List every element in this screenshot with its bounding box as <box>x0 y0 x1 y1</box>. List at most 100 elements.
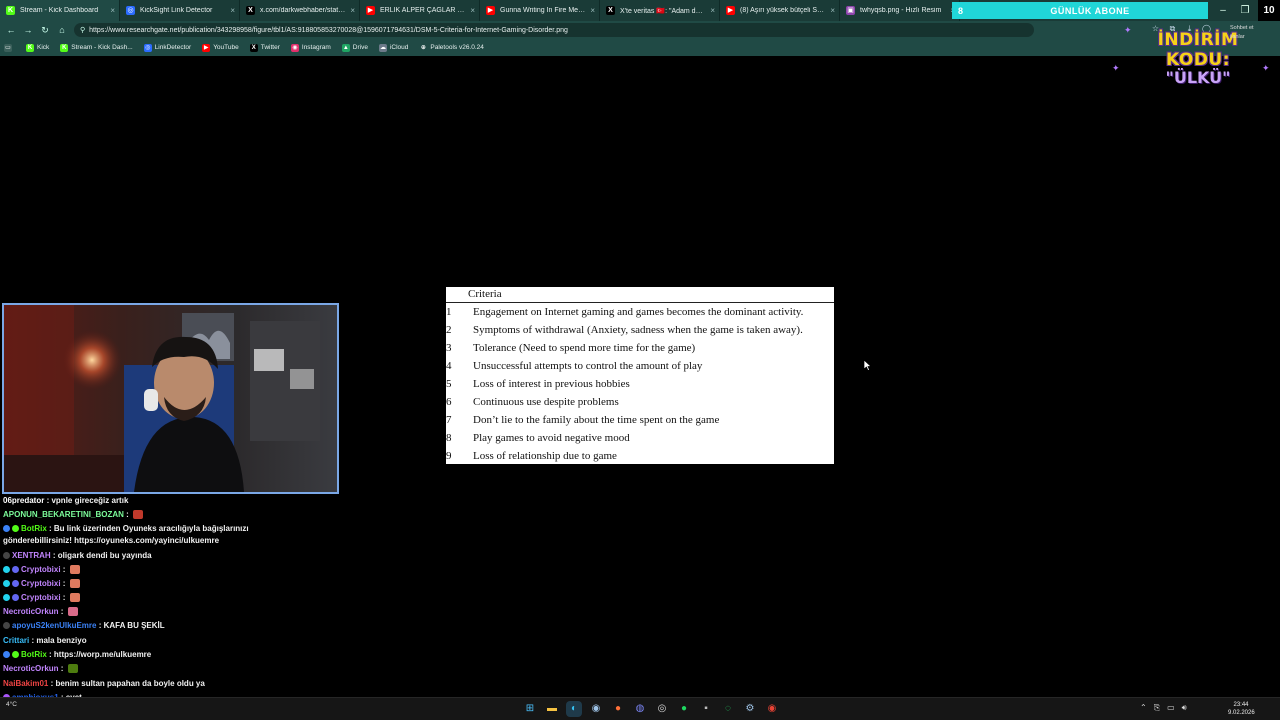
site-info-icon[interactable]: ⚲ <box>80 26 85 34</box>
chat-separator: : <box>123 510 132 519</box>
close-tab-icon[interactable]: × <box>590 6 595 15</box>
usb-icon[interactable]: ⎘ <box>1154 703 1160 713</box>
chat-username[interactable]: 06predator <box>3 496 44 505</box>
subscriber-goal-banner: 8 GÜNLÜK ABONE <box>952 2 1208 19</box>
close-tab-icon[interactable]: × <box>230 6 235 15</box>
close-tab-icon[interactable]: × <box>110 6 115 15</box>
tab-title: x.com/darkwebhaber/status/2020 <box>260 7 346 14</box>
obs-icon[interactable]: ◎ <box>654 701 670 717</box>
file-explorer-icon[interactable]: ▬ <box>544 701 560 717</box>
discord-icon[interactable]: ◍ <box>632 701 648 717</box>
chat-message: Cryptobixi : <box>3 578 333 590</box>
browser-tab[interactable]: ◎ KickSight Link Detector × <box>120 0 240 21</box>
youtube-icon: ▶ <box>726 6 735 15</box>
chat-text: vpnle gireceğiz artık <box>51 496 129 505</box>
whatsapp-icon[interactable]: ◌ <box>720 701 736 717</box>
bookmark-item[interactable]: ◉ Instagram <box>290 43 331 52</box>
chat-message: BotRix : Bu link üzerinden Oyuneks aracı… <box>3 523 333 535</box>
home-icon[interactable]: ⌂ <box>56 25 68 35</box>
link-detector-icon: ◎ <box>143 43 152 52</box>
chat-username[interactable]: XENTRAH <box>12 551 51 560</box>
close-tab-icon[interactable]: × <box>470 6 475 15</box>
start-icon[interactable]: ⊞ <box>522 701 538 717</box>
chat-username[interactable]: Cryptobixi <box>21 593 61 602</box>
chat-username[interactable]: NaiBakim01 <box>3 679 48 688</box>
bookmarks-folder-icon[interactable]: ▭ <box>4 43 15 52</box>
bookmark-item[interactable]: ☁ iCloud <box>378 43 408 52</box>
criteria-text: Engagement on Internet gaming and games … <box>473 306 804 318</box>
reload-icon[interactable]: ↻ <box>39 25 51 36</box>
weather-widget[interactable]: 4°C <box>6 701 17 709</box>
close-tab-icon[interactable]: × <box>710 6 715 15</box>
close-tab-icon[interactable]: × <box>830 6 835 15</box>
chat-message: 06predator : vpnle gireceğiz artık <box>3 495 333 507</box>
browser-tab[interactable]: ▶ Gunna Writing In Fire Meme Temp× <box>480 0 600 21</box>
steam-icon[interactable]: ◉ <box>588 701 604 717</box>
youtube-icon: ▶ <box>486 6 495 15</box>
bookmark-item[interactable]: ⊕ Paletools v26.0.24 <box>419 44 484 52</box>
chat-message: Cryptobixi : <box>3 564 333 576</box>
criteria-number: 1 <box>446 306 452 318</box>
criteria-row: 7 Don’t lie to the family about the time … <box>446 411 834 429</box>
browser-tab[interactable]: Xx.com/darkwebhaber/status/2020 × <box>240 0 360 21</box>
chat-text: benim sultan papahan da boyle oldu ya <box>55 679 205 688</box>
chat-username[interactable]: NecroticOrkun <box>3 664 59 673</box>
chat-username[interactable]: apoyuS2kenUlkuEmre <box>12 621 96 630</box>
address-bar-row: ← → ↻ ⌂ ⚲ https://www.researchgate.net/p… <box>0 21 1280 39</box>
settings-icon[interactable]: ⚙ <box>742 701 758 717</box>
clock[interactable]: 23:44 9.02.2026 <box>1228 701 1255 717</box>
back-icon[interactable]: ← <box>5 25 17 35</box>
x-icon: X <box>249 43 258 52</box>
bookmark-item[interactable]: K Stream - Kick Dash... <box>60 43 133 52</box>
bookmarks-bar: ▭ K Kick K Stream - Kick Dash... ◎ LinkDetect… <box>0 39 1280 56</box>
criteria-text: Don’t lie to the family about the time s… <box>473 414 720 426</box>
maximize-icon[interactable]: ❐ <box>1234 0 1256 21</box>
criteria-row: 3 Tolerance (Need to spend more time for … <box>446 339 834 357</box>
chat-message: NaiBakim01 : benim sultan papahan da boy… <box>3 678 333 690</box>
browser-tab[interactable]: X X'te veritas 🇹🇷: "Adam döneri içiy × <box>600 0 720 21</box>
youtube-icon: ▶ <box>366 6 375 15</box>
volume-icon[interactable]: 🔊︎ <box>1182 703 1187 713</box>
bookmark-item[interactable]: K Kick <box>26 43 49 52</box>
drive-icon: ▲ <box>341 43 350 52</box>
chat-username[interactable]: Cryptobixi <box>21 565 61 574</box>
chat-username[interactable]: BotRix <box>21 650 47 659</box>
chat-username[interactable]: NecroticOrkun <box>3 607 59 616</box>
chat-text: https://worp.me/ulkuemre <box>53 650 152 659</box>
chat-separator: : <box>60 593 68 602</box>
tray-chevron-icon[interactable]: ⌃ <box>1140 703 1147 713</box>
url-field[interactable]: ⚲ https://www.researchgate.net/publicati… <box>74 23 1034 37</box>
firefox-icon[interactable]: ● <box>610 701 626 717</box>
criteria-text: Continuous use despite problems <box>473 396 619 408</box>
close-tab-icon[interactable]: × <box>350 6 355 15</box>
mouse-cursor-icon <box>864 360 872 371</box>
bookmark-item[interactable]: ▲ Drive <box>341 43 368 52</box>
bookmark-item[interactable]: X Twitter <box>249 43 280 52</box>
forward-icon[interactable]: → <box>22 25 34 35</box>
minimize-icon[interactable]: – <box>1212 0 1234 21</box>
browser-tab[interactable]: ▶ ERLİK ALPER ÇAĞLAR İLE HASBİH × <box>360 0 480 21</box>
bookmark-item[interactable]: ◎ LinkDetector <box>143 43 191 52</box>
browser-tab[interactable]: K Stream - Kick Dashboard × <box>0 0 120 21</box>
chat-username[interactable]: APONUN_BEKARETINI_BOZAN <box>3 510 124 519</box>
chat-message: gönderebillirsiniz! https://oyuneks.com/… <box>3 535 333 547</box>
spotify-icon[interactable]: ● <box>676 701 692 717</box>
user-badge-icon <box>3 525 10 532</box>
chat-username[interactable]: Crittari <box>3 636 29 645</box>
chat-username[interactable]: Cryptobixi <box>21 579 61 588</box>
user-badge-icon <box>3 594 10 601</box>
criteria-row: 5 Loss of interest in previous hobbies <box>446 375 834 393</box>
browser-tab[interactable]: ▶ (8) Aşırı yüksek bütçeli Suavi takli × <box>720 0 840 21</box>
subscriber-goal-count: 8 <box>958 5 964 16</box>
chat-username[interactable]: BotRix <box>21 524 47 533</box>
bookmark-item[interactable]: ▶ YouTube <box>202 43 239 52</box>
app-icon[interactable]: ▪ <box>698 701 714 717</box>
chrome-icon[interactable]: ◉ <box>764 701 780 717</box>
chat-message: NecroticOrkun : <box>3 663 333 675</box>
edge-icon[interactable]: ◐ <box>566 701 582 717</box>
browser-tab[interactable]: ▣twhyqsb.png - Hızlı Resim× <box>840 0 960 21</box>
kick-icon: K <box>26 43 34 52</box>
criteria-number: 4 <box>446 360 452 372</box>
chat-separator: : <box>50 551 58 560</box>
network-icon[interactable]: ▭ <box>1167 703 1175 713</box>
